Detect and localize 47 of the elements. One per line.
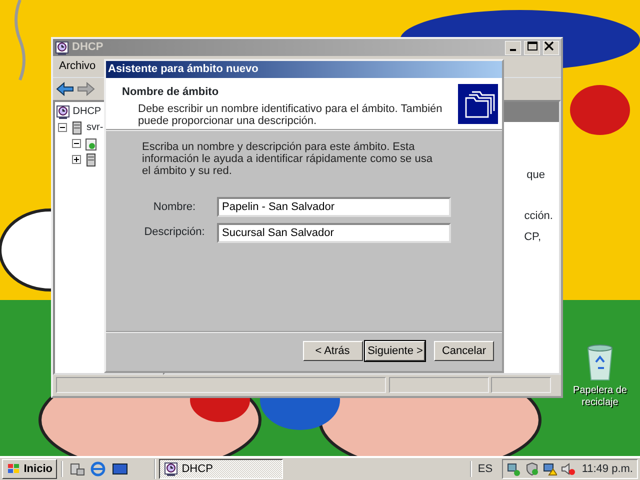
- instructions-text: Escriba un nombre y descripción para este ámbito. Esta información le ayuda a identificar rápidamente como se usa el ámbito y su red.: [142, 141, 434, 177]
- pane-text: cción.: [524, 208, 553, 224]
- warning-icon[interactable]: [543, 462, 558, 476]
- desktop-icon[interactable]: [112, 461, 128, 477]
- back-button[interactable]: < Atrás: [302, 341, 362, 361]
- tree-item[interactable]: svr-: [86, 120, 104, 135]
- clock: 11:49 p.m.: [582, 462, 633, 477]
- text-field[interactable]: Sucursal San Salvador: [217, 222, 451, 242]
- start-button[interactable]: Inicio: [2, 459, 58, 479]
- shield-icon[interactable]: [525, 462, 540, 476]
- windows-flag-icon: [7, 463, 21, 475]
- dialog-title: Asistente para ámbito nuevo: [108, 62, 258, 78]
- minimize-button[interactable]: [505, 40, 521, 54]
- pane-text: que: [526, 168, 545, 182]
- field-label: Nombre:: [152, 200, 197, 215]
- dhcp-icon: [164, 462, 178, 476]
- pane-text: CP,: [524, 230, 541, 244]
- server-icon: [70, 120, 84, 134]
- server-icon: [84, 152, 98, 166]
- wizard-heading: Nombre de ámbito: [122, 85, 220, 100]
- status-bar-panel: [491, 377, 552, 394]
- wizard-subtitle: Debe escribir un nombre identificativo para el ámbito. También puede proporcionar una descripción.: [137, 102, 444, 126]
- tree-item[interactable]: DHCP: [72, 104, 102, 119]
- folders-icon: [458, 84, 498, 124]
- network-icon[interactable]: [507, 462, 522, 476]
- collapse-toggle-icon[interactable]: [72, 139, 81, 148]
- language-indicator[interactable]: ES: [470, 460, 498, 478]
- text-field[interactable]: Papelin - San Salvador: [217, 197, 451, 217]
- menu-item[interactable]: Archivo: [53, 56, 102, 76]
- back-arrow-icon[interactable]: [56, 82, 74, 96]
- collapse-toggle-icon[interactable]: [58, 123, 67, 132]
- window-title: DHCP: [72, 40, 104, 56]
- next-button[interactable]: Siguiente >: [365, 341, 426, 361]
- recycle-bin-icon[interactable]: [585, 344, 615, 382]
- dhcp-icon: [56, 104, 70, 118]
- browser-icon[interactable]: [90, 461, 106, 477]
- expand-toggle-icon[interactable]: [72, 155, 81, 164]
- scope-icon: [84, 136, 98, 150]
- maximize-button[interactable]: [524, 40, 540, 54]
- server-manager-icon[interactable]: [68, 461, 85, 477]
- desktop-icon-label[interactable]: Papelera de reciclaje: [568, 385, 632, 409]
- cancel-button[interactable]: Cancelar: [434, 341, 494, 361]
- close-button[interactable]: [543, 40, 559, 54]
- volume-muted-icon[interactable]: [561, 462, 576, 476]
- taskbar-button[interactable]: DHCP: [158, 459, 283, 479]
- dhcp-icon: [55, 40, 69, 54]
- field-label: Descripción:: [143, 225, 206, 240]
